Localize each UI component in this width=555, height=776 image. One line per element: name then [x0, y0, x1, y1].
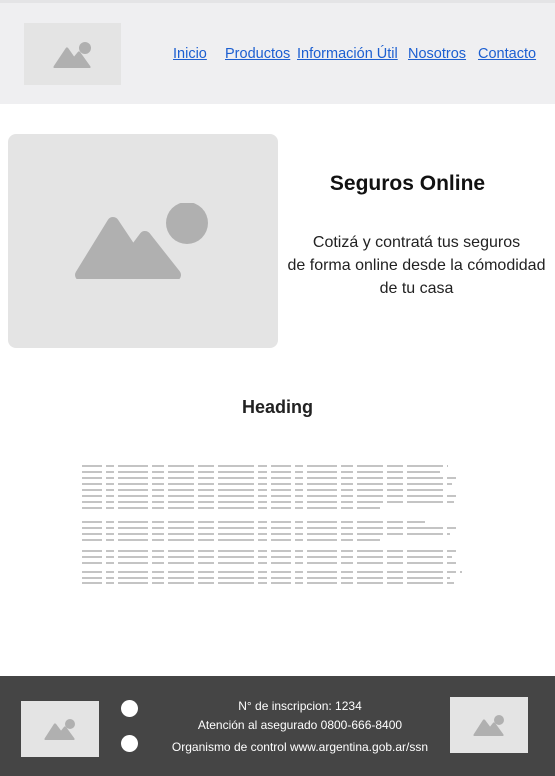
site-footer: N° de inscripcion: 1234 Atención al aseg… — [0, 676, 555, 776]
hero-text-line: Cotizá y contratá tus seguros — [312, 234, 521, 251]
footer-control: Organismo de control www.argentina.gob.a… — [171, 740, 429, 754]
footer-support: Atención al asegurado 0800-666-8400 — [197, 718, 403, 732]
nav-nosotros[interactable]: Nosotros — [408, 46, 466, 62]
hero-text-line: de forma online desde la cómodidad — [287, 257, 546, 274]
nav-informacion-util[interactable]: Información Útil — [297, 46, 398, 62]
circle-icon[interactable] — [121, 735, 138, 752]
hero-image — [8, 134, 278, 348]
nav-productos[interactable]: Productos — [225, 46, 290, 62]
footer-registration: N° de inscripcion: 1234 — [238, 699, 362, 713]
image-placeholder-icon — [44, 719, 75, 740]
image-placeholder-icon — [473, 715, 504, 736]
image-placeholder-icon — [75, 203, 208, 279]
hero-description: Cotizá y contratá tus seguros de forma o… — [278, 231, 555, 300]
hero-title: Seguros Online — [329, 172, 486, 195]
nav-contacto[interactable]: Contacto — [478, 46, 536, 62]
site-header: Inicio Productos Información Útil Nosotr… — [0, 0, 555, 104]
hero-text-line: de tu casa — [379, 280, 454, 297]
circle-icon[interactable] — [121, 700, 138, 717]
footer-logo-right[interactable] — [450, 697, 528, 753]
footer-logo-left[interactable] — [21, 701, 99, 757]
placeholder-text-lines — [82, 465, 462, 584]
section-heading: Heading — [241, 397, 313, 417]
nav-inicio[interactable]: Inicio — [173, 46, 207, 62]
main-nav: Inicio Productos Información Útil Nosotr… — [0, 46, 555, 66]
